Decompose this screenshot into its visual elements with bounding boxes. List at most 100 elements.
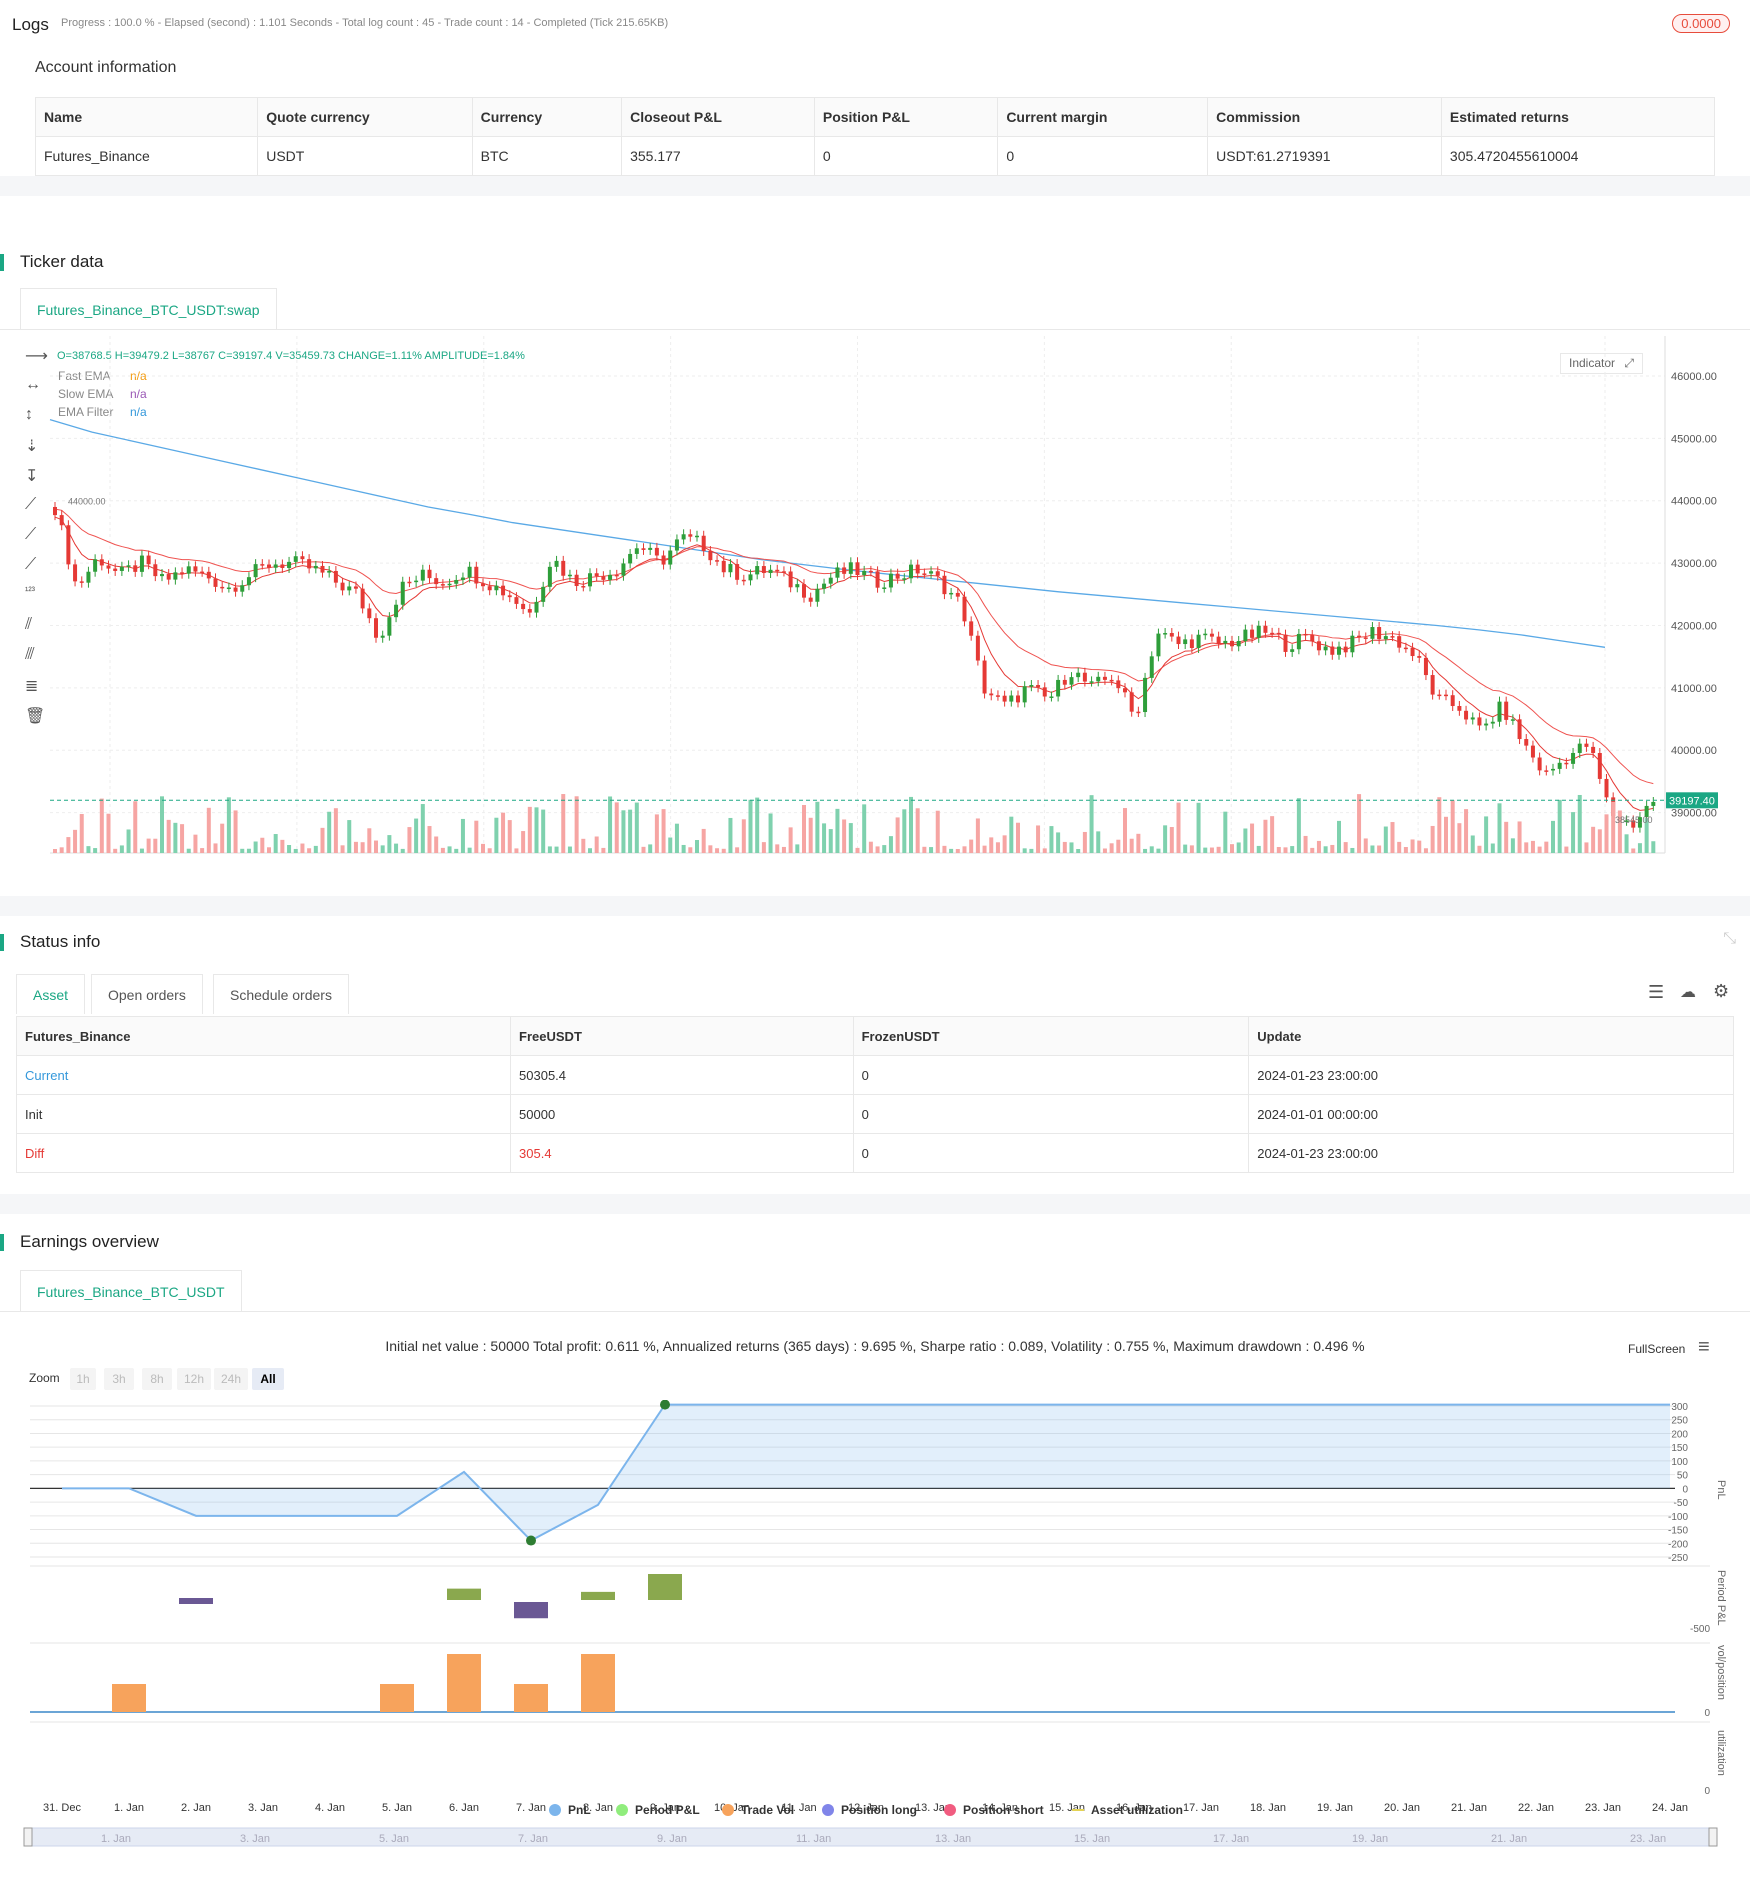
asset-cell: 0 <box>852 1094 1250 1134</box>
candle-body <box>875 571 880 588</box>
asset-row-label: Current <box>15 1055 512 1095</box>
earnings-chart[interactable]: 300 250 200 150 100 50 0 -50 -100 -150 -200 -250 PnL… <box>0 1400 1750 1890</box>
volume-bar <box>989 837 994 853</box>
candle-body <box>347 586 352 591</box>
volume-bar <box>186 848 191 853</box>
candle-body <box>353 586 358 589</box>
pnl-y-tick: 250 <box>1671 1416 1688 1427</box>
volume-bar <box>815 801 820 853</box>
collapse-icon[interactable]: ⤡ <box>1723 930 1736 948</box>
volume-bar <box>1330 844 1335 853</box>
volume-bar <box>340 845 345 853</box>
candle-body <box>1577 743 1582 753</box>
volume-bar <box>273 834 278 853</box>
candle-body <box>1169 633 1174 637</box>
candle-body <box>220 586 225 589</box>
candle-body <box>1062 679 1067 685</box>
volume-bar <box>588 848 592 853</box>
volume-bar <box>1263 819 1268 853</box>
volume-bar <box>139 848 144 853</box>
volume-bar <box>1049 826 1054 853</box>
tab-ticker-symbol[interactable]: Futures_Binance_BTC_USDT:swap <box>20 288 277 330</box>
volume-bar <box>1604 814 1609 853</box>
volume-bar <box>1423 848 1428 853</box>
candle-body <box>995 695 1000 697</box>
pnl-min-marker <box>526 1535 536 1546</box>
volume-bar <box>1176 802 1181 853</box>
candle-body <box>554 560 559 567</box>
pnl-y-tick: -150 <box>1668 1526 1688 1537</box>
candle-body <box>1036 685 1041 688</box>
volume-bar <box>206 807 211 853</box>
menu-icon[interactable]: ≡ <box>1698 1336 1710 1359</box>
tab-open-orders[interactable]: Open orders <box>91 974 203 1014</box>
candle-body <box>1076 672 1081 678</box>
gear-icon[interactable]: ⚙ <box>1713 981 1729 1002</box>
candle-body <box>59 515 64 526</box>
volume-bar <box>460 818 465 853</box>
candlestick-chart[interactable]: 46000.00 45000.00 44000.00 43000.00 42000.00… <box>0 336 1750 856</box>
volume-bar <box>594 836 599 853</box>
tab-earnings-symbol[interactable]: Futures_Binance_BTC_USDT <box>20 1270 242 1312</box>
candle-body <box>1263 625 1268 633</box>
candle-body <box>73 564 78 582</box>
candle-body <box>1049 696 1054 698</box>
volume-bar <box>1163 825 1168 853</box>
cloud-download-icon[interactable]: ☁ <box>1680 982 1696 1002</box>
earnings-title-text: Earnings overview <box>20 1232 159 1251</box>
candle-body <box>1564 762 1569 765</box>
zoom-all-button[interactable]: All <box>252 1368 284 1390</box>
candle-body <box>514 597 519 604</box>
volume-bar <box>1631 848 1636 853</box>
logs-panel: Logs Progress : 100.0 % - Elapsed (secon… <box>0 0 1750 176</box>
candle-body <box>193 566 198 572</box>
pnl-y-tick: -100 <box>1668 1512 1688 1523</box>
volume-bar <box>146 838 151 853</box>
volume-bar <box>641 846 646 853</box>
list-icon[interactable]: ☰ <box>1648 982 1664 1003</box>
account-header-cell: Position P&L <box>813 97 999 137</box>
volume-bar <box>126 829 131 853</box>
tab-schedule-orders[interactable]: Schedule orders <box>213 974 349 1014</box>
volume-bar <box>106 813 111 853</box>
volume-bar <box>1290 846 1295 853</box>
zoom-1h-button[interactable]: 1h <box>70 1368 96 1390</box>
zoom-12h-button[interactable]: 12h <box>177 1368 211 1390</box>
volume-bar <box>802 804 806 853</box>
legend-symbol <box>616 1804 628 1816</box>
candle-body <box>1323 646 1328 651</box>
volume-bar <box>1430 825 1435 853</box>
candle-body <box>273 564 278 568</box>
x-tick-label: 17. Jan <box>1183 1802 1219 1814</box>
x-tick-label: 18. Jan <box>1250 1802 1286 1814</box>
candle-body <box>501 585 506 596</box>
zoom-3h-button[interactable]: 3h <box>104 1368 134 1390</box>
volume-bar <box>695 840 699 853</box>
candle-body <box>882 587 887 589</box>
asset-cell: 2024-01-01 00:00:00 <box>1248 1094 1734 1134</box>
volume-bar <box>474 820 479 853</box>
volume-bar <box>1270 816 1275 853</box>
volume-bar <box>1410 839 1415 853</box>
zoom-8h-button[interactable]: 8h <box>142 1368 172 1390</box>
volume-bar <box>1156 848 1161 853</box>
util-zero-label: 0 <box>1704 1786 1710 1797</box>
fullscreen-button[interactable]: FullScreen <box>1628 1342 1685 1356</box>
candle-body <box>1303 633 1308 636</box>
candle-body <box>1337 646 1341 655</box>
legend-symbol <box>944 1804 956 1816</box>
navigator-tick: 23. Jan <box>1630 1833 1666 1845</box>
volume-bar <box>955 848 960 853</box>
volume-bar <box>1504 821 1509 853</box>
candle-body <box>547 566 552 587</box>
zoom-24h-button[interactable]: 24h <box>214 1368 248 1390</box>
vol-zero-label: 0 <box>1704 1708 1710 1719</box>
volume-bar <box>93 848 98 853</box>
volume-bar <box>200 848 205 853</box>
candle-body <box>1591 746 1596 753</box>
tab-asset[interactable]: Asset <box>16 974 86 1014</box>
candle-body <box>1571 752 1576 764</box>
status-panel: Status info ⤡ Asset Open orders Schedule… <box>0 916 1750 1194</box>
y-tick-label: 46000.00 <box>1671 371 1717 383</box>
volume-bar <box>527 806 532 853</box>
